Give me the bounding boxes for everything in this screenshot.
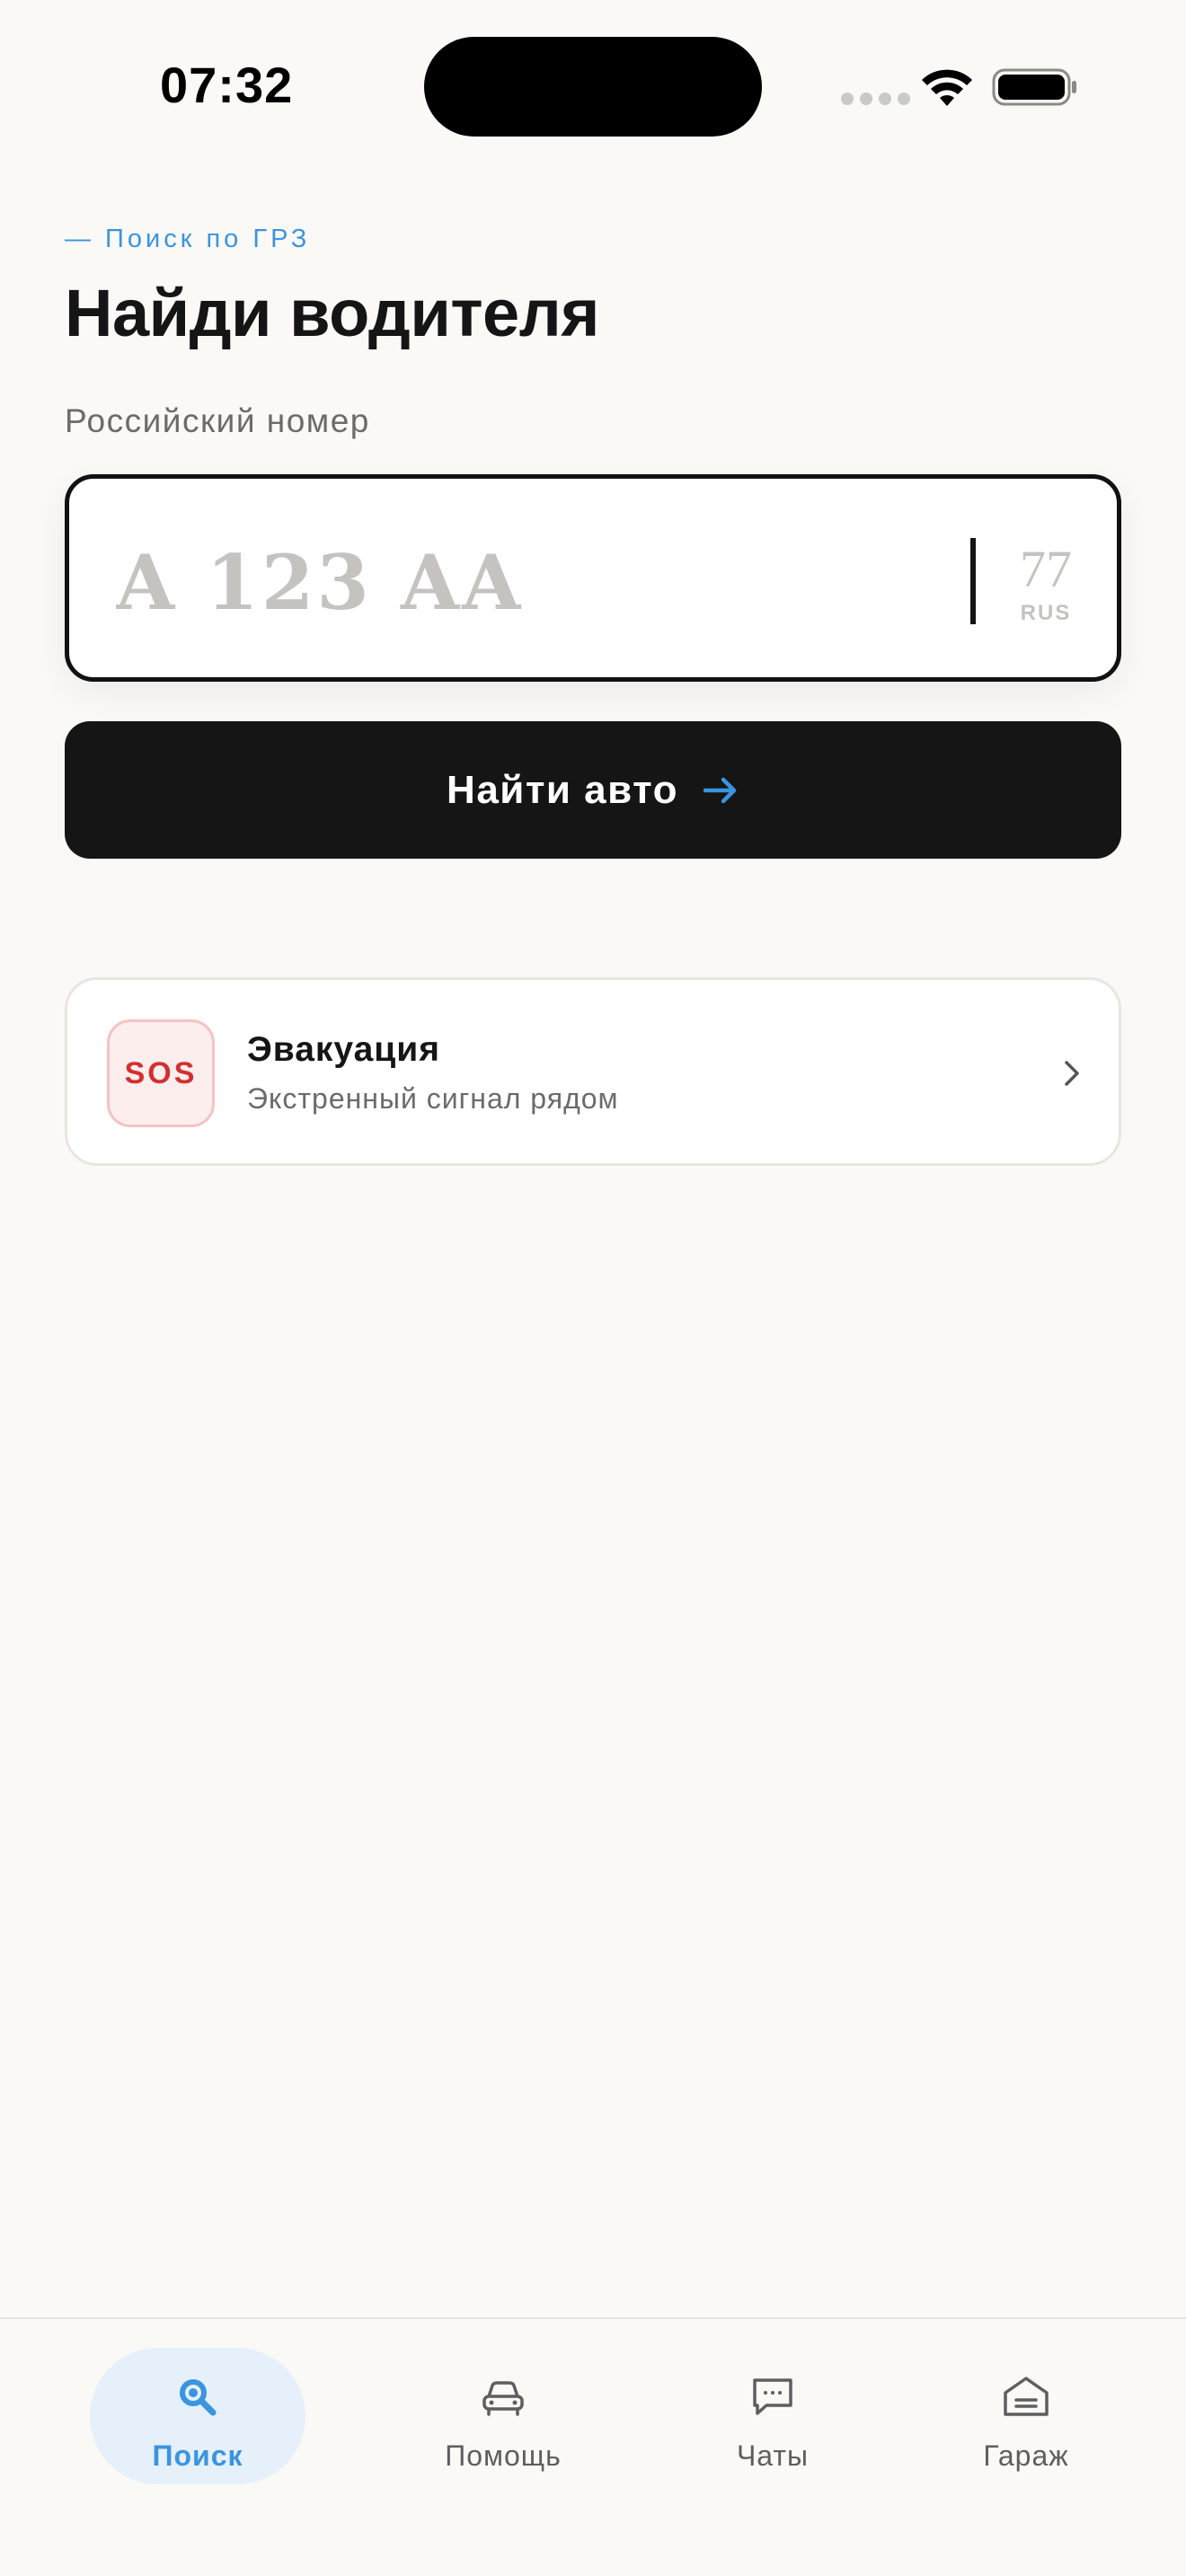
screen: 07:32 — Поиск по ГРЗ Найди водителя Росс…	[0, 0, 1186, 2576]
tab-chats-label: Чаты	[736, 2439, 810, 2472]
chat-icon	[753, 2378, 792, 2415]
find-car-button[interactable]: Найти авто	[65, 721, 1121, 859]
tab-search[interactable]: Поиск	[90, 2348, 305, 2484]
tab-bar: Поиск Помощь Чаты Гараж	[0, 2317, 1186, 2576]
battery-icon	[992, 68, 1076, 106]
car-icon	[482, 2381, 524, 2416]
page-title: Найди водителя	[65, 276, 599, 350]
tab-chats[interactable]: Чаты	[692, 2348, 854, 2484]
sos-badge-text: SOS	[124, 1055, 198, 1090]
plate-country-code: RUS	[1020, 601, 1072, 625]
dynamic-island	[424, 37, 762, 137]
tab-garage[interactable]: Гараж	[945, 2348, 1107, 2484]
sos-badge: SOS	[107, 1019, 215, 1127]
plate-number-input[interactable]	[116, 533, 925, 631]
chevron-right-icon	[1065, 1061, 1079, 1086]
arrow-right-icon	[703, 777, 737, 803]
tab-garage-label: Гараж	[983, 2439, 1069, 2472]
plate-region-code: 77	[1020, 540, 1072, 598]
section-eyebrow: — Поиск по ГРЗ	[65, 225, 311, 253]
wifi-icon	[922, 69, 972, 106]
cellular-signal-icon	[841, 93, 910, 105]
plate-divider	[970, 538, 976, 624]
garage-icon	[1004, 2377, 1049, 2416]
tab-help[interactable]: Помощь	[422, 2348, 584, 2484]
evacuation-title: Эвакуация	[247, 1030, 440, 1069]
tab-search-label: Поиск	[152, 2439, 243, 2472]
license-plate-field[interactable]: 77 RUS	[65, 474, 1121, 682]
plate-field-label: Российский номер	[65, 402, 370, 439]
tab-help-label: Помощь	[445, 2439, 562, 2472]
status-time: 07:32	[160, 57, 294, 113]
search-icon	[180, 2379, 217, 2416]
evacuation-card[interactable]: SOS Эвакуация Экстренный сигнал рядом	[65, 977, 1121, 1166]
find-car-button-label: Найти авто	[447, 767, 678, 812]
evacuation-subtitle: Экстренный сигнал рядом	[247, 1082, 619, 1115]
